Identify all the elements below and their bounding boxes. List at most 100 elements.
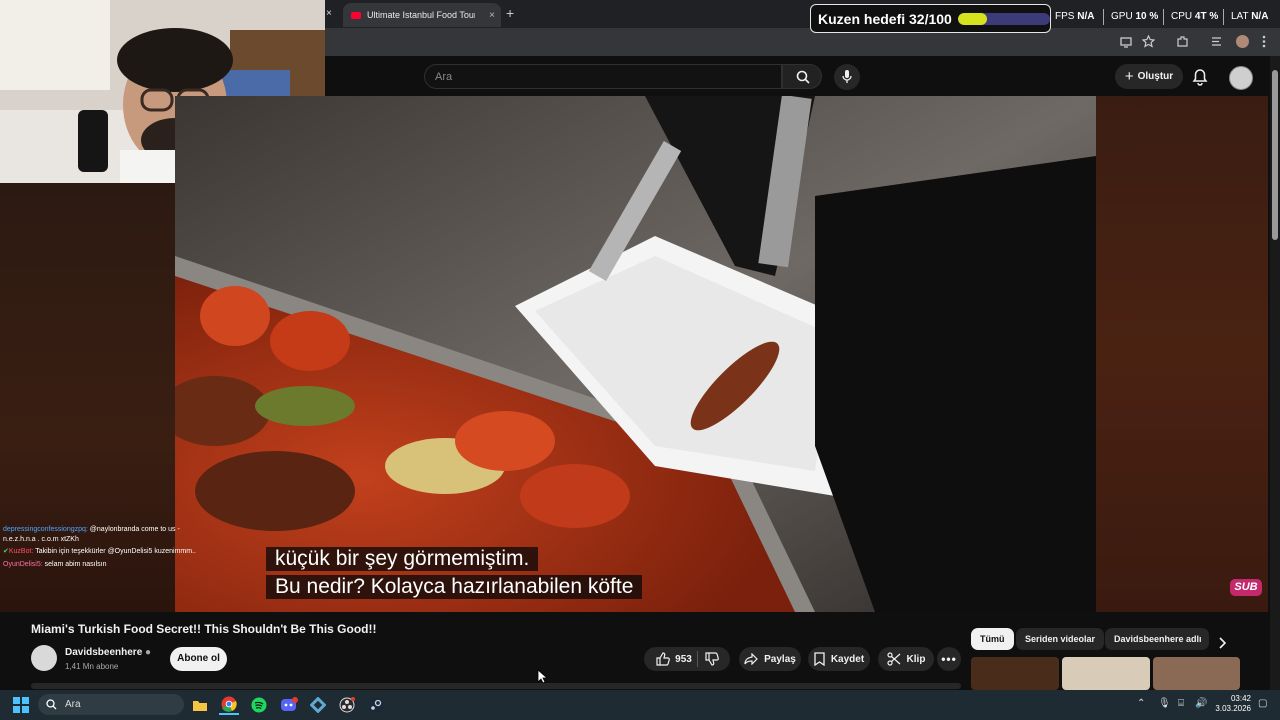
voice-search-button[interactable]: [834, 64, 860, 90]
more-horizontal-icon: •••: [941, 652, 957, 666]
verified-icon: ●: [145, 647, 152, 658]
search-icon: [796, 70, 810, 84]
thumbs-down-icon[interactable]: [705, 652, 719, 666]
video-player[interactable]: [175, 96, 1096, 612]
profile-avatar[interactable]: [1236, 35, 1249, 48]
share-button[interactable]: Paylaş: [739, 647, 801, 671]
windows-start-icon[interactable]: [13, 697, 29, 713]
clip-button[interactable]: Klip: [878, 647, 934, 671]
gpu-stat: GPU 10 %: [1111, 11, 1158, 22]
description-box-edge: [31, 683, 961, 689]
lat-label: LAT: [1231, 11, 1249, 22]
chat-message: ✔KuzBot: Takibin için teşekkürler @OyunD…: [3, 547, 213, 557]
create-label: Oluştur: [1137, 71, 1174, 82]
scrollbar-thumb[interactable]: [1272, 70, 1278, 240]
network-icon[interactable]: ⌸: [1178, 698, 1184, 709]
app-icon[interactable]: [308, 695, 328, 715]
chat-text: selam abim nasılsın: [44, 560, 107, 568]
search-input[interactable]: Ara: [424, 64, 782, 89]
fps-label: FPS: [1055, 11, 1075, 22]
share-icon: [744, 653, 758, 665]
video-frame: [175, 96, 1096, 612]
goal-text: Kuzen hedefi 32/100: [818, 10, 952, 27]
save-button[interactable]: Kaydet: [808, 647, 870, 671]
address-bar: [325, 28, 1280, 56]
media-controls-icon[interactable]: [1211, 36, 1224, 47]
mouse-cursor-icon: [537, 669, 547, 684]
extensions-icon[interactable]: [1176, 35, 1189, 48]
scissors-icon: [886, 652, 900, 666]
obs-icon[interactable]: [337, 695, 357, 715]
browser-tab-active[interactable]: Ultimate Istanbul Food Tour: Be ×: [343, 3, 501, 27]
chevron-up-icon[interactable]: ⌃: [1137, 698, 1145, 709]
chrome-icon[interactable]: [219, 695, 239, 715]
chat-username: KuzBot:: [8, 548, 34, 555]
subtitle-line-1: küçük bir şey görmemiştim.: [266, 547, 539, 571]
youtube-logo-icon: [351, 11, 361, 19]
recommended-thumbnail[interactable]: [1153, 657, 1240, 690]
volume-icon[interactable]: 🔊: [1195, 698, 1207, 709]
gpu-label: GPU: [1111, 11, 1133, 22]
steam-icon[interactable]: [366, 695, 386, 715]
chip-channel-videos[interactable]: Davidsbeenhere adlı: [1105, 628, 1209, 650]
latency-stat: LAT N/A: [1231, 11, 1268, 22]
chevron-right-icon[interactable]: [1218, 637, 1226, 649]
channel-avatar[interactable]: [31, 645, 57, 671]
microphone-icon: [842, 70, 852, 83]
clip-label: Klip: [906, 653, 926, 665]
bookmark-icon: [814, 652, 825, 666]
chat-message: depressingconfessiongzpq: @naylonbranda …: [3, 525, 213, 544]
clock-date: 3.03.2026: [1215, 704, 1251, 713]
subscribe-button[interactable]: Abone ol: [170, 647, 227, 671]
install-app-icon[interactable]: [1120, 36, 1132, 48]
ambient-background-right: [1096, 96, 1268, 612]
create-button[interactable]: + Oluştur: [1115, 64, 1183, 89]
fps-stat: FPS N/A: [1055, 11, 1094, 22]
spotify-icon[interactable]: [249, 695, 269, 715]
more-actions-button[interactable]: •••: [937, 647, 961, 671]
gpu-value: 10 %: [1135, 11, 1159, 22]
file-explorer-icon[interactable]: [190, 695, 210, 715]
channel-name-text: Davidsbeenhere: [65, 647, 143, 658]
save-label: Kaydet: [830, 653, 865, 665]
recommended-thumbnail[interactable]: [1062, 657, 1150, 690]
notifications-bell-icon[interactable]: [1192, 68, 1208, 86]
hud-divider: [1163, 9, 1164, 25]
like-divider: [697, 651, 698, 667]
cpu-stat: CPU 4T %: [1171, 11, 1218, 22]
chip-all[interactable]: Tümü: [971, 628, 1014, 650]
chip-series-videos[interactable]: Seriden videolar: [1016, 628, 1105, 650]
lat-value: N/A: [1251, 11, 1269, 22]
plus-icon: +: [1124, 68, 1134, 85]
channel-name[interactable]: Davidsbeenhere ●: [65, 647, 151, 658]
taskbar-search[interactable]: Ara: [38, 694, 184, 715]
menu-kebab-icon[interactable]: [1262, 35, 1266, 48]
cpu-value: 4T %: [1194, 11, 1219, 22]
chat-message: OyunDelisi5: selam abim nasılsın: [3, 560, 213, 570]
follower-goal-widget: Kuzen hedefi 32/100: [810, 4, 1051, 33]
subscriber-count: 1,41 Mn abone: [65, 662, 119, 671]
account-avatar[interactable]: [1229, 66, 1253, 90]
like-button[interactable]: 953: [656, 652, 692, 666]
system-clock[interactable]: 03:42 3.03.2026: [1213, 694, 1251, 714]
new-tab-button[interactable]: +: [506, 5, 514, 21]
microphone-icon[interactable]: 🎙: [1158, 698, 1171, 709]
bookmark-star-icon[interactable]: [1142, 35, 1155, 48]
close-icon[interactable]: ×: [326, 8, 332, 19]
search-button[interactable]: [782, 64, 822, 89]
clock-time: 03:42: [1230, 694, 1251, 703]
fps-value: N/A: [1077, 11, 1095, 22]
notifications-icon[interactable]: ▢: [1258, 698, 1267, 709]
chat-text: Takibin için teşekkürler @OyunDelisi5 ku…: [35, 548, 196, 555]
taskbar-search-label: Ara: [65, 699, 81, 710]
hud-divider: [1103, 9, 1104, 25]
recommended-thumbnail[interactable]: [971, 657, 1059, 690]
search-icon: [46, 699, 57, 710]
share-label: Paylaş: [764, 653, 796, 665]
sub-badge: SUB: [1230, 579, 1262, 596]
stream-chat: depressingconfessiongzpq: @naylonbranda …: [3, 525, 213, 572]
discord-icon[interactable]: [279, 695, 299, 715]
chat-username: depressingconfessiongzpq:: [3, 526, 88, 533]
goal-progress-bar: [957, 12, 1050, 25]
tab-close-icon[interactable]: ×: [489, 10, 495, 21]
